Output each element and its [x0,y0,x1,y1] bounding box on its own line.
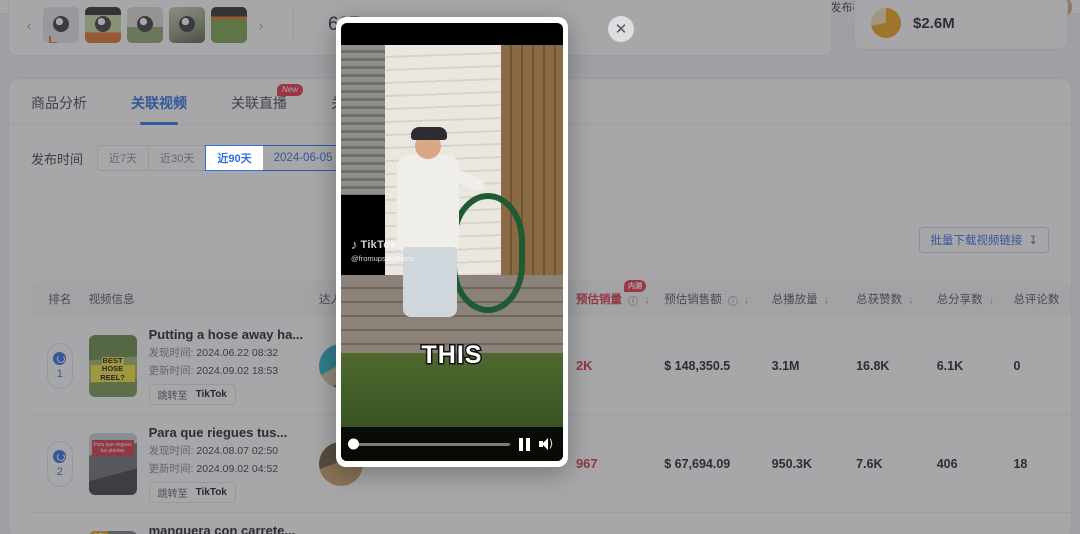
video-scene-blinds [341,45,387,195]
segment-last-90-days[interactable]: 近90天 [205,145,263,171]
video-progress-slider[interactable] [348,438,510,450]
close-icon[interactable]: ✕ [608,16,634,42]
video-player[interactable]: ♪ TikTok @fromupstatefarm THIS ⟩ [341,23,563,461]
video-caption-text: THIS [420,340,483,371]
video-subject-hat [411,127,447,140]
video-progress-handle[interactable] [348,438,359,450]
volume-icon[interactable]: ⟩ [539,437,554,451]
pause-icon[interactable] [519,437,530,451]
tiktok-watermark-row: ♪ TikTok [351,237,413,252]
video-controls: ⟩ [341,427,563,461]
music-note-icon: ♪ [351,237,358,252]
tiktok-watermark: ♪ TikTok @fromupstatefarm [351,237,413,263]
tiktok-username: @fromupstatefarm [351,254,414,263]
video-scene-hose [451,193,525,313]
app-root: 带货数字人 TikTok outlet网单 小白学 最快发布榜 中文 会员升级 [0,0,1080,534]
tiktok-logo-text: TikTok [360,238,397,251]
video-preview-modal: ♪ TikTok @fromupstatefarm THIS ⟩ [336,17,568,467]
